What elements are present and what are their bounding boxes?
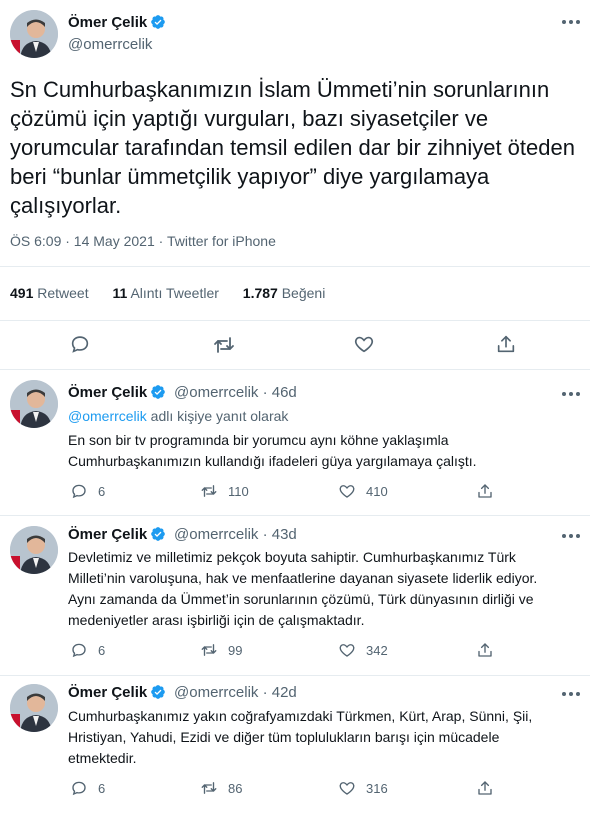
reply-author-name-text: Ömer Çelik (68, 684, 148, 701)
verified-icon (150, 684, 166, 700)
avatar[interactable] (10, 684, 58, 732)
more-icon[interactable] (560, 686, 582, 702)
likes-stat[interactable]: 1.787 Beğeni (243, 285, 326, 301)
reply-author-name-text: Ömer Çelik (68, 384, 148, 401)
reply-tweet[interactable]: Ömer Çelik @omerrcelik · 46d @omerrcelik… (0, 370, 590, 516)
retweets-count: 491 (10, 285, 34, 301)
like-count: 410 (366, 483, 388, 499)
reply-author-name[interactable]: Ömer Çelik (68, 526, 166, 543)
author-name-text: Ömer Çelik (68, 14, 148, 31)
retweet-icon (201, 644, 217, 656)
like-icon (339, 782, 355, 795)
verified-icon (150, 14, 166, 30)
likes-label: Beğeni (281, 285, 326, 301)
like-button[interactable]: 410 (338, 481, 388, 501)
reply-icon (72, 781, 86, 796)
avatar[interactable] (10, 526, 58, 574)
replying-to-mention[interactable]: @omerrcelik (68, 408, 147, 424)
avatar-image (10, 10, 58, 58)
action-bar (0, 333, 590, 357)
reply-icon[interactable] (69, 333, 93, 357)
verified-icon (150, 384, 166, 400)
more-icon[interactable] (560, 528, 582, 544)
likes-count: 1.787 (242, 285, 278, 301)
main-tweet: Ömer Çelik @omerrcelik Sn Cumhurbaşkanım… (0, 0, 590, 370)
reply-count: 6 (98, 642, 106, 658)
reply-button[interactable]: 6 (70, 778, 105, 798)
more-icon[interactable] (560, 14, 582, 30)
retweets-stat[interactable]: 491 Retweet (10, 285, 89, 301)
reply-tweet[interactable]: Ömer Çelik @omerrcelik · 42d Cumhurbaşka… (0, 676, 590, 819)
reply-count: 6 (98, 780, 106, 796)
avatar-image (10, 526, 58, 574)
reply-text: Devletimiz ve milletimiz pekçok boyuta s… (68, 549, 538, 628)
avatar[interactable] (10, 10, 58, 58)
like-icon (339, 644, 355, 657)
reply-text: En son bir tv programında bir yorumcu ay… (68, 432, 477, 469)
share-icon[interactable] (476, 641, 494, 659)
reply-handle-time[interactable]: @omerrcelik · 42d (174, 684, 297, 701)
author-name[interactable]: Ömer Çelik (68, 14, 166, 31)
reply-tweet[interactable]: Ömer Çelik @omerrcelik · 43d Devletimiz … (0, 516, 590, 676)
avatar[interactable] (10, 380, 58, 428)
avatar-image (10, 684, 58, 732)
reply-button[interactable]: 6 (70, 481, 105, 501)
retweet-icon (201, 782, 217, 794)
retweet-button[interactable]: 99 (200, 640, 242, 660)
quotes-count: 11 (112, 285, 128, 301)
like-button[interactable]: 316 (338, 778, 388, 798)
author-handle[interactable]: @omerrcelik (68, 36, 152, 53)
like-count: 342 (366, 642, 388, 658)
reply-author-name[interactable]: Ömer Çelik (68, 384, 166, 401)
like-count: 316 (366, 780, 388, 796)
divider (0, 266, 590, 267)
reply-text: Cumhurbaşkanımız yakın coğrafyamızdaki T… (68, 708, 533, 766)
retweet-icon[interactable] (212, 333, 236, 357)
reply-handle-time[interactable]: @omerrcelik · 46d (174, 384, 297, 401)
reply-count: 6 (98, 483, 106, 499)
reply-icon (72, 643, 86, 658)
retweet-button[interactable]: 110 (200, 481, 249, 501)
reply-icon (72, 484, 86, 499)
retweets-label: Retweet (37, 285, 89, 301)
retweet-button[interactable]: 86 (200, 778, 242, 798)
quotes-stat[interactable]: 11 Alıntı Tweetler (113, 285, 219, 301)
replying-to-suffix: adlı kişiye yanıt olarak (146, 408, 289, 424)
share-icon[interactable] (476, 779, 494, 797)
share-icon[interactable] (476, 482, 494, 500)
like-button[interactable]: 342 (338, 640, 388, 660)
verified-icon (150, 526, 166, 542)
replying-to: @omerrcelik adlı kişiye yanıt olarak (68, 408, 288, 424)
quotes-label: Alıntı Tweetler (130, 285, 219, 301)
more-icon[interactable] (560, 386, 582, 402)
divider (0, 320, 590, 321)
reply-author-name[interactable]: Ömer Çelik (68, 684, 166, 701)
retweet-count: 110 (228, 483, 249, 499)
like-icon[interactable] (353, 333, 377, 357)
tweet-text: Sn Cumhurbaşkanımızın İslam Ümmeti’nin s… (10, 77, 575, 218)
reply-button[interactable]: 6 (70, 640, 105, 660)
reply-author-name-text: Ömer Çelik (68, 526, 148, 543)
avatar-image (10, 380, 58, 428)
retweet-icon (201, 485, 217, 497)
tweet-meta[interactable]: ÖS 6:09 · 14 May 2021 · Twitter for iPho… (10, 233, 276, 249)
share-icon[interactable] (495, 333, 519, 357)
engagement-stats: 491 Retweet 11 Alıntı Tweetler 1.787 Beğ… (10, 285, 345, 301)
retweet-count: 99 (228, 642, 243, 658)
reply-handle-time[interactable]: @omerrcelik · 43d (174, 526, 297, 543)
retweet-count: 86 (228, 780, 243, 796)
like-icon (339, 485, 355, 498)
